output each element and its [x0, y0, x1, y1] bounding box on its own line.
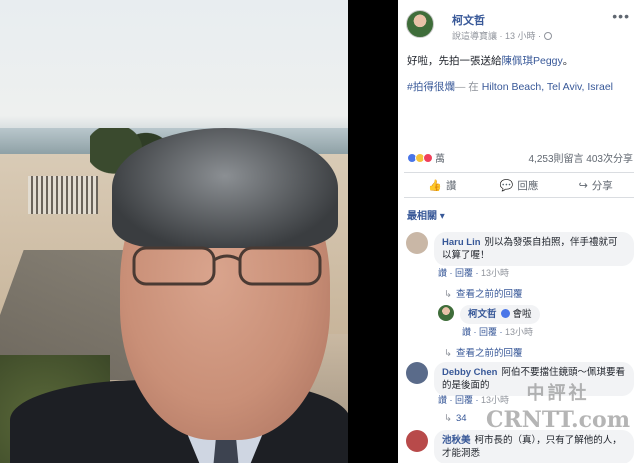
author-name[interactable]: 柯文哲 [452, 12, 485, 28]
post-meta: 說這導寶讓 · 13 小時 · [452, 29, 553, 42]
view-previous-replies-2-label: 查看之前的回覆 [455, 348, 523, 359]
reply-arrow-icon: ↳ [444, 289, 452, 300]
reply-count: 34 [455, 413, 467, 424]
comment-icon: 💬 [499, 179, 514, 192]
comment-button-label: 回應 [517, 179, 539, 192]
globe-icon [544, 32, 553, 40]
post-text-end: 。 [562, 55, 574, 67]
view-previous-replies-2[interactable]: ↳ 查看之前的回覆 [444, 345, 522, 359]
post-tags: #拍得很爛— 在 Hilton Beach, Tel Aviv, Israel [407, 80, 637, 94]
hashtag-link[interactable]: #拍得很爛 [407, 81, 455, 93]
post-panel: 柯文哲 說這導寶讓 · 13 小時 · ••• 好啦，先拍一張送給陳佩琪Pegg… [398, 0, 640, 463]
action-bar: 👍 讚 💬 回應 ↪ 分享 [404, 172, 634, 198]
post-text: 好啦，先拍一張送給陳佩琪Peggy。 [407, 54, 633, 68]
reply-bubble: 柯文哲 會啦 [460, 305, 540, 324]
post-text-body: 好啦，先拍一張送給 [407, 55, 502, 67]
view-more-replies[interactable]: ↳ 34 [444, 413, 467, 424]
more-options-icon[interactable]: ••• [612, 8, 630, 24]
comment-bubble: 池秋美 柯市長的（真），只有了解他的人，才能洞悉 [434, 430, 634, 463]
comment-time[interactable]: 13小時 [481, 268, 509, 278]
like-button[interactable]: 👍 讚 [404, 173, 481, 197]
comment-like-link[interactable]: 讚 [438, 395, 447, 405]
commenter-name[interactable]: Haru Lin [442, 237, 481, 248]
reply-time[interactable]: 13小時 [505, 327, 533, 337]
love-reaction-icon [423, 153, 433, 163]
post-meta-text: 說這導寶讓 · 13 小時 · [452, 31, 542, 41]
photo-crowd [28, 176, 98, 214]
reply-actions: 讚 · 回覆 · 13小時 [462, 327, 534, 337]
reply-like-link[interactable]: 讚 [462, 327, 471, 337]
watermark-logo: 中評社 CRNTT.com [486, 381, 630, 433]
commenter-name[interactable]: 池秋美 [442, 435, 471, 446]
view-previous-replies[interactable]: ↳ 查看之前的回覆 [444, 286, 522, 300]
comment-share-stats[interactable]: 4,253則留言 403次分享 [529, 150, 634, 165]
reaction-count[interactable]: 萬 [435, 154, 445, 165]
author-avatar[interactable] [406, 10, 434, 38]
comment-sort-dropdown[interactable]: 最相關 ▾ [407, 207, 445, 222]
reaction-summary[interactable]: 萬 4,253則留言 403次分享 [407, 150, 634, 165]
post-header: 柯文哲 說這導寶讓 · 13 小時 · ••• [406, 8, 632, 42]
comment-actions: 讚 · 回覆 · 13小時 [438, 268, 510, 278]
share-button-label: 分享 [591, 179, 613, 192]
share-icon: ↪ [578, 179, 588, 192]
comment-like-link[interactable]: 讚 [438, 268, 447, 278]
like-button-label: 讚 [445, 179, 457, 192]
share-button[interactable]: ↪ 分享 [557, 173, 634, 197]
commenter-avatar[interactable] [406, 232, 428, 254]
comment-reply-link[interactable]: 回覆 [455, 395, 473, 405]
reply-arrow-icon: ↳ [444, 348, 452, 359]
reply-author-name[interactable]: 柯文哲 [468, 309, 497, 320]
comment-bubble: Haru Lin 別以為發張自拍照，伴手禮就可以算了喔！ [434, 232, 634, 266]
view-previous-replies-label: 查看之前的回覆 [455, 289, 523, 300]
photo-hair [112, 128, 338, 248]
reply-author-avatar[interactable] [438, 305, 454, 321]
commenter-avatar[interactable] [406, 362, 428, 384]
reply-reply-link[interactable]: 回覆 [479, 327, 497, 337]
watermark-line-1: 中評社 [526, 383, 590, 404]
commenter-avatar[interactable] [406, 430, 428, 452]
post-photo[interactable] [0, 0, 348, 463]
photo-glasses [132, 246, 322, 286]
verified-badge-icon [500, 309, 510, 318]
commenter-name[interactable]: Debby Chen [442, 367, 497, 378]
watermark-line-2: CRNTT.com [485, 407, 630, 433]
thumbs-up-icon: 👍 [428, 179, 442, 192]
comment-button[interactable]: 💬 回應 [481, 173, 558, 197]
reply-text: 會啦 [512, 309, 532, 320]
tag-separator: — 在 [454, 81, 479, 93]
post-mention-link[interactable]: 陳佩琪Peggy [502, 55, 563, 67]
place-link[interactable]: Hilton Beach, Tel Aviv, Israel [482, 81, 613, 93]
reply-arrow-icon: ↳ [444, 413, 452, 424]
comment-reply-link[interactable]: 回覆 [455, 268, 473, 278]
